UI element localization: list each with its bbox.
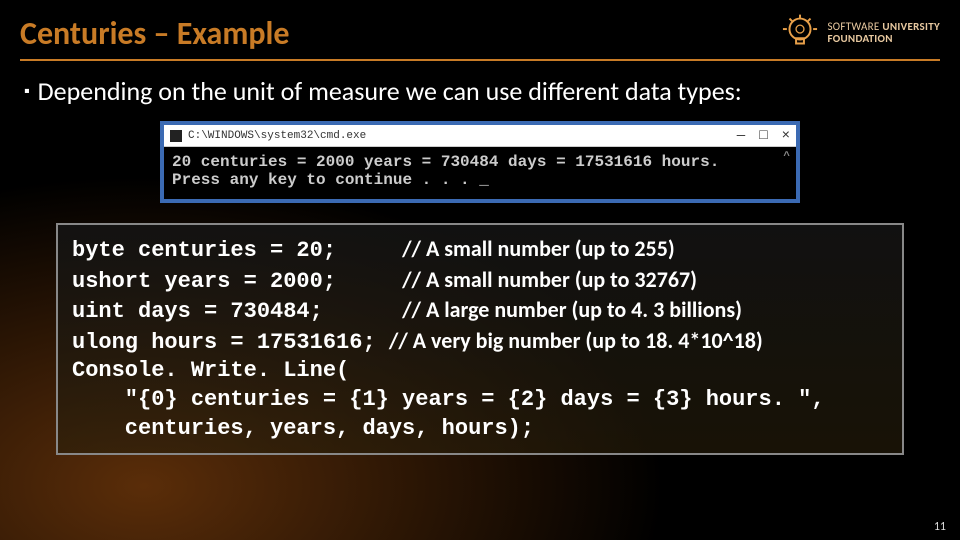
close-icon: × [782, 128, 790, 144]
console-window: C:\WINDOWS\system32\cmd.exe — □ × ^ 20 c… [160, 121, 800, 203]
lightbulb-gear-icon [779, 12, 821, 54]
console-title: C:\WINDOWS\system32\cmd.exe [188, 130, 366, 142]
scroll-up-icon: ^ [783, 151, 790, 163]
code-l3-comment: // A large number (up to 4. 3 billions) [402, 296, 742, 323]
bullet-text: Depending on the unit of measure we can … [38, 75, 742, 107]
console-line-2: Press any key to continue . . . _ [172, 171, 788, 189]
page-number: 11 [934, 520, 946, 534]
code-l2-left: ushort years = 2000; [72, 269, 336, 294]
code-l6: "{0} centuries = {1} years = {2} days = … [72, 387, 825, 412]
code-l2-comment: // A small number (up to 32767) [402, 266, 697, 293]
title-underline [20, 59, 940, 61]
code-l4-comment: // A very big number (up to 18. 4*10^18) [389, 327, 763, 354]
code-l1-comment: // A small number (up to 255) [402, 235, 675, 262]
minimize-icon: — [737, 128, 745, 144]
bullet-icon: ▪ [24, 75, 30, 109]
code-l1-left: byte centuries = 20; [72, 238, 336, 263]
logo: SOFTWARE UNIVERSITY FOUNDATION [779, 12, 940, 54]
code-l4-left: ulong hours = 17531616; [72, 330, 376, 355]
console-titlebar: C:\WINDOWS\system32\cmd.exe — □ × [164, 125, 796, 147]
code-l5: Console. Write. Line( [72, 358, 349, 383]
bullet-line: ▪ Depending on the unit of measure we ca… [0, 75, 960, 121]
console-body: ^ 20 centuries = 2000 years = 730484 day… [164, 147, 796, 199]
code-l7: centuries, years, days, hours); [72, 416, 534, 441]
cmd-icon [170, 130, 182, 142]
console-line-1: 20 centuries = 2000 years = 730484 days … [172, 153, 788, 171]
logo-line3: FOUNDATION [827, 33, 940, 45]
maximize-icon: □ [759, 128, 767, 144]
code-l3-left: uint days = 730484; [72, 299, 323, 324]
code-block: byte centuries = 20; // A small number (… [56, 223, 904, 455]
